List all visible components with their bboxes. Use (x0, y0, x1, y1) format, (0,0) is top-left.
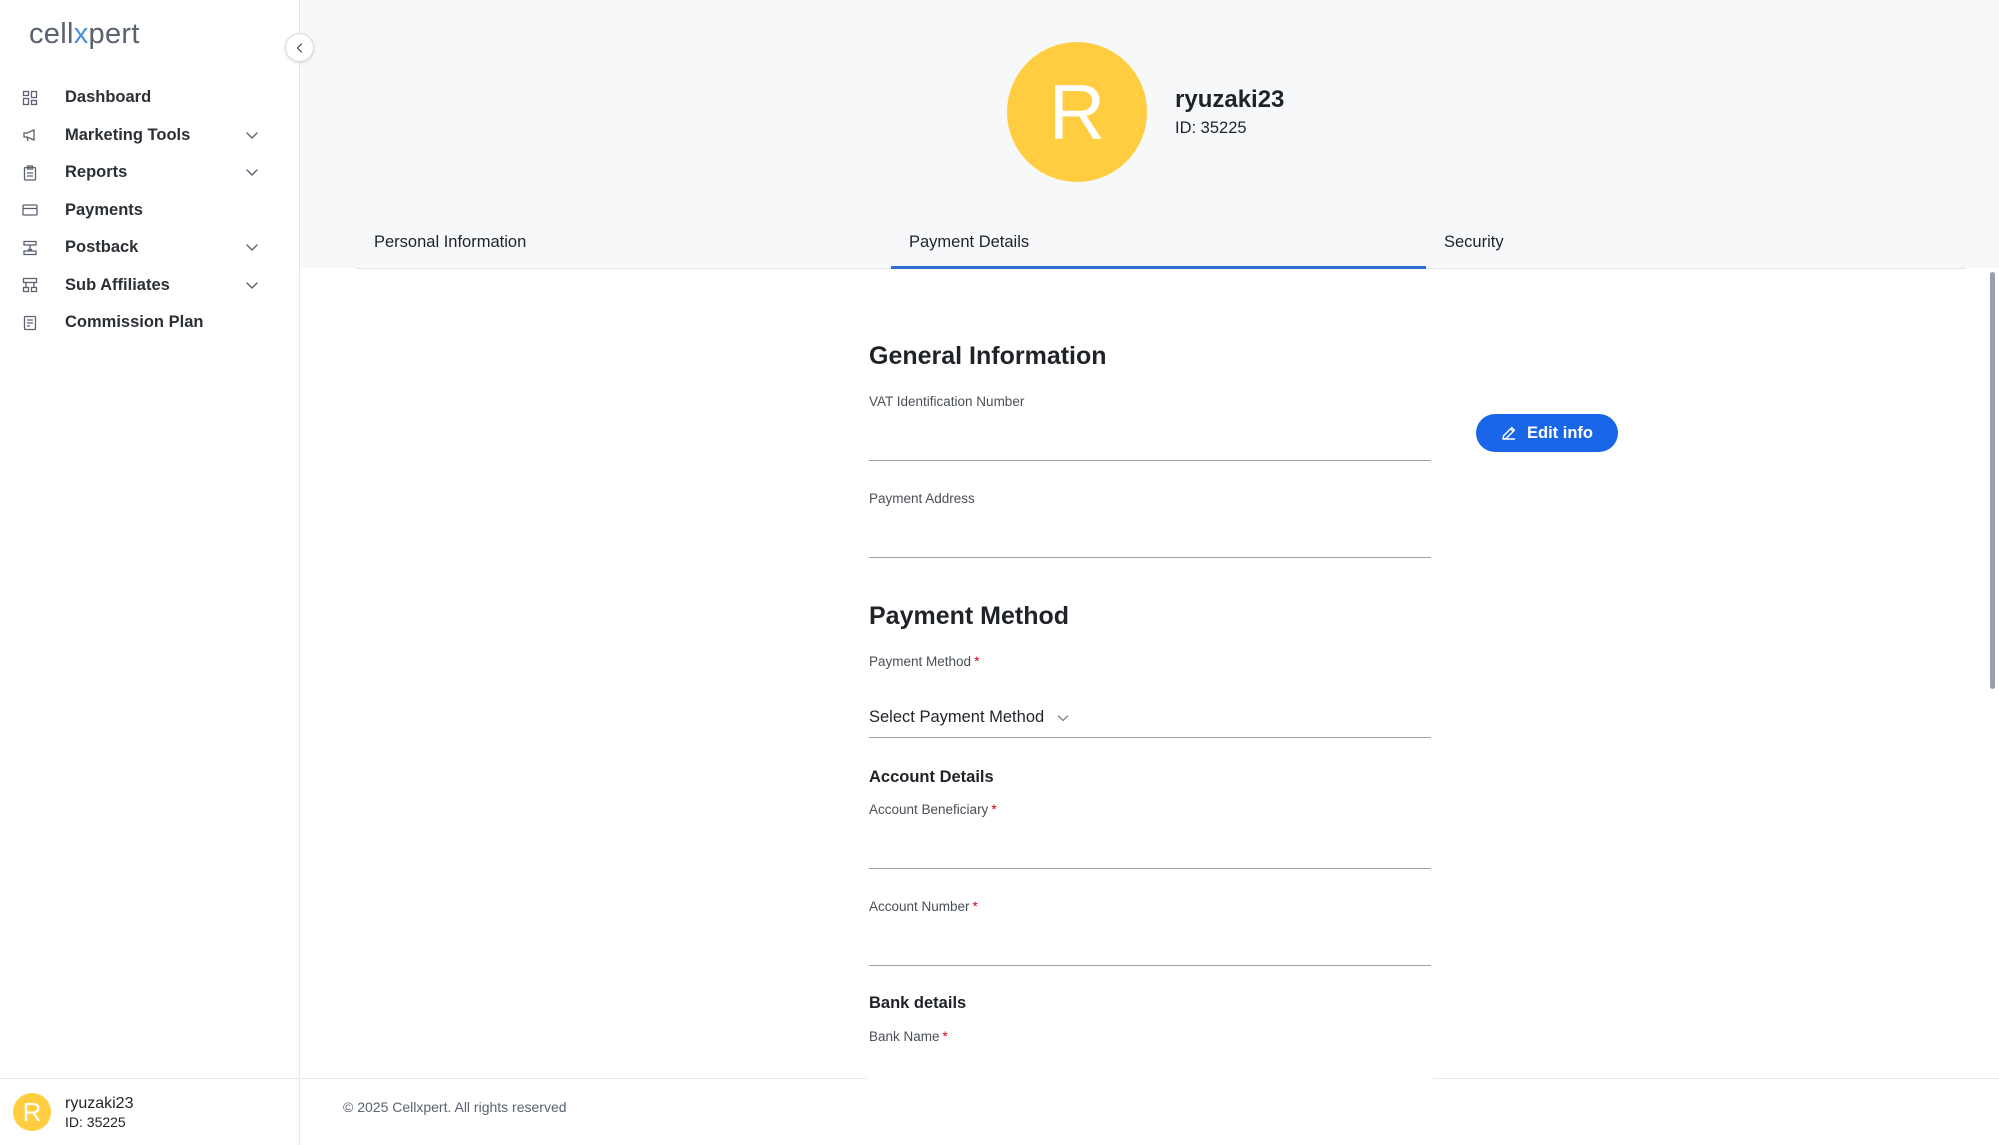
sidebar-item-label: Payments (65, 200, 143, 219)
account-beneficiary-label: Account Beneficiary * (869, 802, 997, 817)
chevron-down-icon (1058, 714, 1069, 721)
profile-name: ryuzaki23 (1175, 86, 1285, 113)
cellxpert-logo[interactable]: cellxpert (29, 18, 140, 51)
sidebar: cellxpert Dashboard Marketing Tools Repo… (0, 0, 314, 1145)
payment-address-input[interactable] (869, 526, 1431, 558)
required-mark: * (974, 654, 980, 669)
megaphone-icon (21, 126, 39, 144)
form-overflow-mask (867, 1078, 1433, 1080)
sidebar-item-label: Sub Affiliates (65, 275, 170, 294)
user-name: ryuzaki23 (65, 1095, 134, 1112)
vat-input[interactable] (869, 429, 1431, 461)
tab-security[interactable]: Security (1426, 225, 1961, 269)
chevron-down-icon[interactable] (244, 164, 260, 180)
vertical-scrollbar[interactable] (1990, 272, 1995, 689)
main-content: R ryuzaki23 ID: 35225 Personal Informati… (301, 0, 1999, 1145)
avatar: R (13, 1093, 51, 1131)
payment-method-label: Payment Method * (869, 654, 980, 669)
profile-tabs: Personal Information Payment Details Sec… (356, 225, 1966, 269)
general-information-title: General Information (869, 342, 1107, 370)
pencil-icon (1502, 426, 1516, 440)
required-mark: * (972, 899, 978, 914)
required-mark: * (942, 1029, 948, 1044)
clipboard-icon (21, 164, 39, 182)
required-mark: * (991, 802, 997, 817)
sidebar-item-payments[interactable]: Payments (0, 192, 300, 230)
account-beneficiary-input[interactable] (869, 837, 1431, 869)
page-footer: © 2025 Cellxpert. All rights reserved (301, 1078, 1999, 1145)
chevron-down-icon[interactable] (244, 239, 260, 255)
sidebar-item-sub-affiliates[interactable]: Sub Affiliates (0, 267, 300, 305)
sidebar-user-card[interactable]: R ryuzaki23 ID: 35225 (0, 1078, 300, 1145)
hierarchy-icon (21, 276, 39, 294)
account-number-input[interactable] (869, 934, 1431, 966)
copyright-text: © 2025 Cellxpert. All rights reserved (343, 1099, 567, 1115)
profile-avatar: R (1007, 42, 1147, 182)
chevron-down-icon[interactable] (244, 277, 260, 293)
credit-card-icon (21, 201, 39, 219)
sidebar-item-label: Reports (65, 163, 128, 182)
profile-id: ID: 35225 (1175, 119, 1247, 137)
tab-personal-information[interactable]: Personal Information (356, 225, 891, 269)
profile-header: R ryuzaki23 ID: 35225 Personal Informati… (301, 0, 1999, 269)
payment-method-select[interactable]: Select Payment Method (869, 698, 1431, 738)
sidebar-item-label: Postback (65, 238, 139, 257)
account-details-title: Account Details (869, 768, 994, 786)
payment-method-title: Payment Method (869, 602, 1070, 630)
sidebar-item-postback[interactable]: Postback (0, 229, 300, 267)
payment-address-label: Payment Address (869, 491, 975, 506)
sidebar-item-reports[interactable]: Reports (0, 154, 300, 192)
sidebar-item-label: Dashboard (65, 88, 152, 107)
edit-info-label: Edit info (1527, 423, 1593, 442)
vat-label: VAT Identification Number (869, 394, 1025, 409)
chevron-left-icon (296, 42, 302, 53)
bank-name-label: Bank Name * (869, 1029, 948, 1044)
bank-details-title: Bank details (869, 994, 967, 1012)
document-icon (21, 314, 39, 332)
sidebar-nav: Dashboard Marketing Tools Reports Paymen… (0, 79, 300, 342)
payment-method-placeholder: Select Payment Method (869, 708, 1045, 726)
dashboard-icon (21, 89, 39, 107)
postback-icon (21, 239, 39, 257)
sidebar-item-marketing-tools[interactable]: Marketing Tools (0, 117, 300, 155)
sidebar-item-label: Marketing Tools (65, 125, 191, 144)
sidebar-item-label: Commission Plan (65, 313, 204, 332)
account-number-label: Account Number * (869, 899, 978, 914)
sidebar-item-commission-plan[interactable]: Commission Plan (0, 304, 300, 342)
sidebar-collapse-button[interactable] (285, 33, 314, 62)
tab-payment-details[interactable]: Payment Details (891, 225, 1426, 269)
sidebar-item-dashboard[interactable]: Dashboard (0, 79, 300, 117)
user-id: ID: 35225 (65, 1114, 126, 1130)
chevron-down-icon[interactable] (244, 127, 260, 143)
edit-info-button[interactable]: Edit info (1476, 414, 1618, 452)
